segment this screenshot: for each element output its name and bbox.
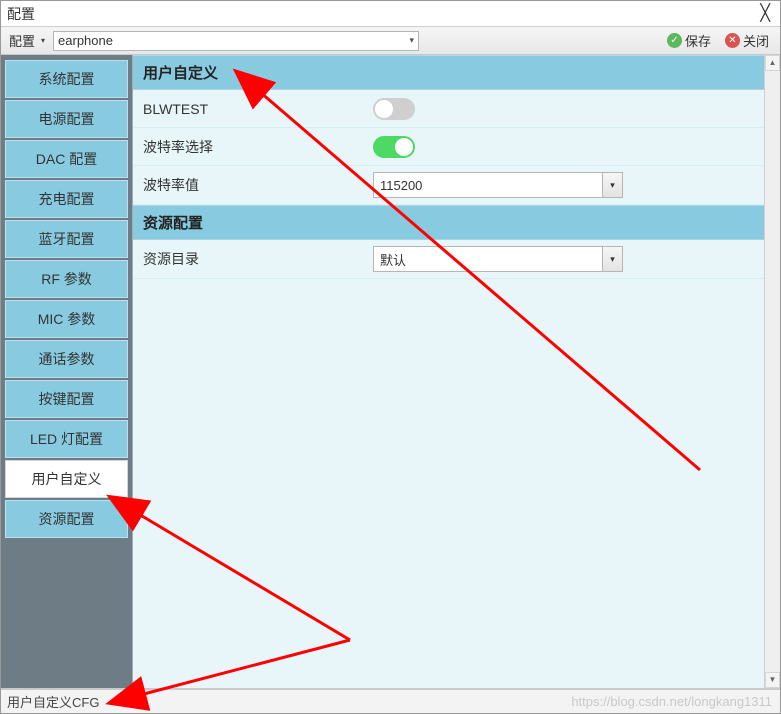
row-baud-value: 波特率值 115200 ▾: [133, 166, 780, 205]
close-icon[interactable]: ╳: [760, 3, 770, 23]
blwtest-toggle[interactable]: [373, 98, 415, 120]
config-menu-label[interactable]: 配置: [7, 31, 37, 50]
close-circle-icon: ✕: [725, 33, 740, 48]
sidebar-item-dac-config[interactable]: DAC 配置: [5, 140, 128, 178]
status-text: 用户自定义CFG: [7, 692, 99, 711]
baud-value-select[interactable]: 115200 ▾: [373, 172, 623, 198]
sidebar-item-label: 充电配置: [39, 189, 95, 209]
toggle-knob: [375, 100, 393, 118]
chevron-down-icon: ▾: [410, 35, 415, 46]
vertical-scrollbar[interactable]: ▲ ▼: [764, 55, 780, 688]
row-control: 115200 ▾: [373, 172, 633, 198]
content-wrap: 用户自定义 BLWTEST 波特率选择 波特率值: [132, 55, 780, 688]
scroll-up-icon[interactable]: ▲: [765, 55, 780, 71]
sidebar-item-key-config[interactable]: 按键配置: [5, 380, 128, 418]
sidebar-item-label: 蓝牙配置: [39, 229, 95, 249]
sidebar-item-call-params[interactable]: 通话参数: [5, 340, 128, 378]
body-area: 系统配置 电源配置 DAC 配置 充电配置 蓝牙配置 RF 参数 MIC 参数 …: [1, 55, 780, 689]
status-bar: 用户自定义CFG https://blog.csdn.net/longkang1…: [1, 689, 780, 713]
config-window: 配置 ╳ 配置 ▾ earphone ▾ ✓ 保存 ✕ 关闭 系统配置 电源配置…: [0, 0, 781, 714]
scroll-track[interactable]: [765, 71, 780, 672]
row-label: 波特率选择: [143, 137, 373, 157]
row-resource-dir: 资源目录 默认 ▾: [133, 240, 780, 279]
chevron-down-icon[interactable]: ▾: [602, 173, 622, 197]
sidebar-item-label: 通话参数: [39, 349, 95, 369]
baud-enable-toggle[interactable]: [373, 136, 415, 158]
section-header-user-custom: 用户自定义: [133, 55, 780, 90]
row-baud-enable: 波特率选择: [133, 128, 780, 166]
device-select[interactable]: earphone ▾: [53, 31, 419, 51]
sidebar-item-label: DAC 配置: [36, 149, 97, 169]
chevron-down-icon[interactable]: ▾: [602, 247, 622, 271]
sidebar-item-power-config[interactable]: 电源配置: [5, 100, 128, 138]
sidebar-item-resource-config[interactable]: 资源配置: [5, 500, 128, 538]
sidebar-item-led-config[interactable]: LED 灯配置: [5, 420, 128, 458]
close-button-label: 关闭: [743, 31, 769, 50]
device-select-value: earphone: [58, 33, 113, 48]
toggle-knob: [395, 138, 413, 156]
sidebar-item-label: MIC 参数: [38, 309, 96, 329]
sidebar-item-charge-config[interactable]: 充电配置: [5, 180, 128, 218]
row-blwtest: BLWTEST: [133, 90, 780, 128]
row-control: [373, 136, 633, 158]
toolbar: 配置 ▾ earphone ▾ ✓ 保存 ✕ 关闭: [1, 27, 780, 55]
sidebar-item-label: 按键配置: [39, 389, 95, 409]
content-panel: 用户自定义 BLWTEST 波特率选择 波特率值: [133, 55, 780, 688]
watermark-text: https://blog.csdn.net/longkang1311: [571, 694, 772, 709]
sidebar-item-label: 系统配置: [39, 69, 95, 89]
save-button[interactable]: ✓ 保存: [662, 29, 716, 52]
check-icon: ✓: [667, 33, 682, 48]
save-button-label: 保存: [685, 31, 711, 50]
title-bar: 配置 ╳: [1, 1, 780, 27]
sidebar: 系统配置 电源配置 DAC 配置 充电配置 蓝牙配置 RF 参数 MIC 参数 …: [1, 55, 132, 688]
row-label: 波特率值: [143, 175, 373, 195]
resource-dir-select[interactable]: 默认 ▾: [373, 246, 623, 272]
section-header-resource-config: 资源配置: [133, 205, 780, 240]
window-title: 配置: [7, 4, 35, 24]
row-control: [373, 98, 633, 120]
sidebar-item-bluetooth-config[interactable]: 蓝牙配置: [5, 220, 128, 258]
sidebar-item-mic-params[interactable]: MIC 参数: [5, 300, 128, 338]
row-label: BLWTEST: [143, 101, 373, 117]
sidebar-item-system-config[interactable]: 系统配置: [5, 60, 128, 98]
sidebar-item-label: 用户自定义: [32, 469, 102, 489]
close-button[interactable]: ✕ 关闭: [720, 29, 774, 52]
scroll-down-icon[interactable]: ▼: [765, 672, 780, 688]
sidebar-item-label: RF 参数: [41, 269, 92, 289]
combobox-value: 默认: [374, 250, 602, 269]
row-label: 资源目录: [143, 249, 373, 269]
row-control: 默认 ▾: [373, 246, 633, 272]
sidebar-item-label: 电源配置: [39, 109, 95, 129]
sidebar-item-label: LED 灯配置: [30, 429, 103, 449]
sidebar-item-rf-params[interactable]: RF 参数: [5, 260, 128, 298]
combobox-value: 115200: [374, 178, 602, 193]
sidebar-item-label: 资源配置: [39, 509, 95, 529]
chevron-down-icon[interactable]: ▾: [41, 36, 49, 45]
sidebar-item-user-custom[interactable]: 用户自定义: [5, 460, 128, 498]
